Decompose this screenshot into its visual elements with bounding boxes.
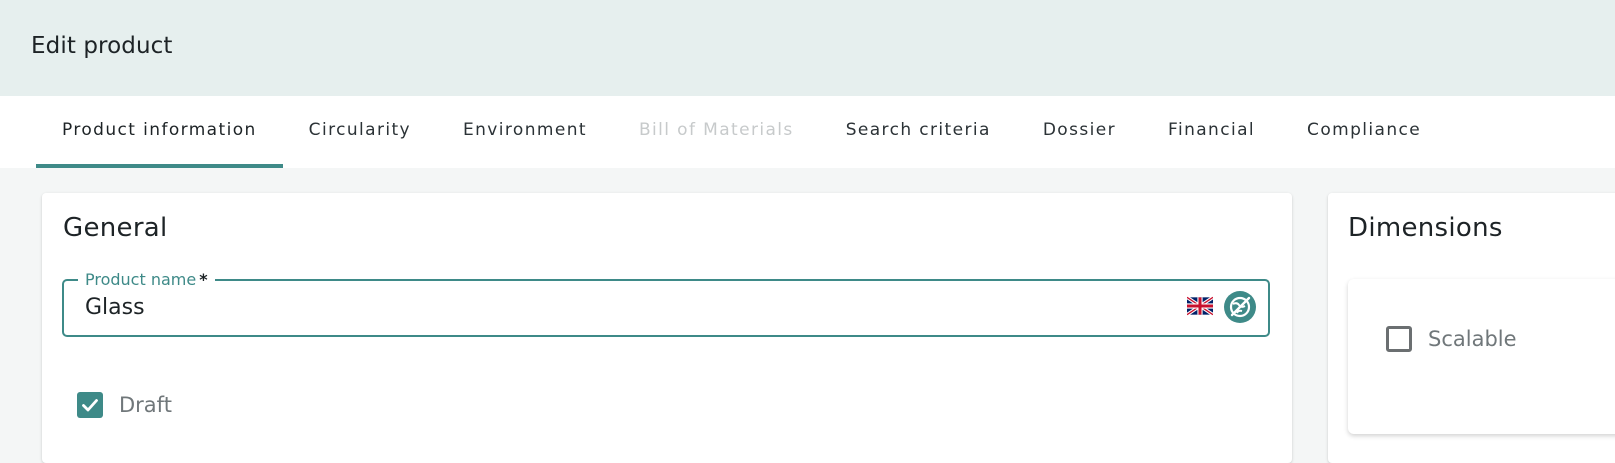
tab-circularity[interactable]: Circularity (283, 96, 437, 168)
dimensions-panel: Scalable (1348, 279, 1615, 434)
tab-dossier[interactable]: Dossier (1017, 96, 1142, 168)
general-card: General Product name* Draf (42, 193, 1292, 463)
scalable-label: Scalable (1428, 327, 1517, 351)
product-name-label-text: Product name (85, 270, 197, 289)
tab-bar: Product information Circularity Environm… (0, 96, 1615, 168)
scalable-checkbox-row[interactable]: Scalable (1386, 326, 1517, 352)
tab-financial[interactable]: Financial (1142, 96, 1281, 168)
translate-off-icon[interactable] (1224, 291, 1256, 323)
scalable-checkbox[interactable] (1386, 326, 1412, 352)
product-name-field: Product name * (62, 270, 1270, 337)
product-name-input[interactable] (85, 289, 1145, 325)
general-title: General (63, 213, 168, 243)
required-marker: * (199, 270, 208, 289)
draft-label: Draft (119, 393, 172, 417)
draft-checkbox-row[interactable]: Draft (77, 392, 172, 418)
tab-search-criteria[interactable]: Search criteria (820, 96, 1017, 168)
product-name-label: Product name * (78, 270, 215, 290)
tab-environment[interactable]: Environment (437, 96, 613, 168)
page-header: Edit product (0, 0, 1615, 96)
uk-flag-icon[interactable] (1187, 296, 1213, 316)
tab-product-information[interactable]: Product information (36, 96, 283, 168)
tab-bill-of-materials: Bill of Materials (638, 120, 794, 140)
page-title: Edit product (31, 33, 173, 59)
dimensions-card: Dimensions Scalable (1328, 193, 1615, 463)
tab-compliance[interactable]: Compliance (1281, 96, 1447, 168)
draft-checkbox[interactable] (77, 392, 103, 418)
dimensions-title: Dimensions (1348, 213, 1503, 243)
check-icon (82, 399, 98, 412)
